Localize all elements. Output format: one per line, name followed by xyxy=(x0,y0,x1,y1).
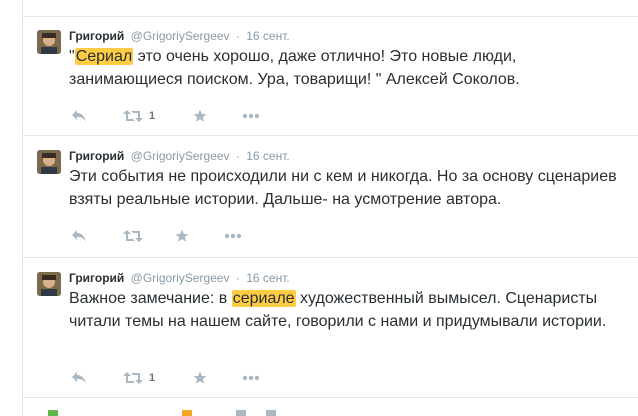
search-highlight: сериале xyxy=(231,290,296,307)
gray-icon xyxy=(236,410,246,416)
retweet-button[interactable] xyxy=(123,228,149,244)
avatar[interactable] xyxy=(37,150,61,174)
separator-dot: · xyxy=(235,149,240,163)
more-icon xyxy=(224,233,242,239)
more-button[interactable] xyxy=(224,228,242,244)
text-part: Эти события не происходили ни с кем и ни… xyxy=(69,168,617,208)
timestamp[interactable]: 16 сент. xyxy=(246,149,289,163)
favorite-button[interactable] xyxy=(175,228,189,244)
tweet[interactable]: Григорий @GrigoriySergeev · 16 сент. Эти… xyxy=(23,137,638,258)
text-part: Важное замечание: в xyxy=(69,290,232,307)
retweet-icon xyxy=(123,110,143,122)
favorite-icon xyxy=(193,371,207,384)
search-highlight: Сериал xyxy=(74,48,134,65)
reply-icon xyxy=(72,372,86,384)
retweet-icon xyxy=(123,372,143,384)
avatar[interactable] xyxy=(37,272,61,296)
fullname[interactable]: Григорий xyxy=(69,149,124,163)
gray-icon xyxy=(266,410,276,416)
username[interactable]: @GrigoriySergeev xyxy=(131,271,230,285)
reply-button[interactable] xyxy=(71,228,87,244)
orange-icon xyxy=(182,410,192,416)
tweet-text: "Сериал это очень хорошо, даже отлично! … xyxy=(69,45,629,91)
text-part: это очень хорошо, даже отлично! Это новы… xyxy=(69,48,520,88)
tweet-stream: Григорий @GrigoriySergeev · 16 сент. "Се… xyxy=(22,0,638,416)
more-button[interactable] xyxy=(242,370,260,386)
reply-icon xyxy=(72,110,86,122)
retweet-count: 1 xyxy=(149,372,156,384)
more-icon xyxy=(242,113,260,119)
avatar[interactable] xyxy=(37,30,61,54)
username[interactable]: @GrigoriySergeev xyxy=(131,149,230,163)
retweet-button[interactable]: 1 xyxy=(123,370,155,386)
retweet-icon xyxy=(123,230,143,242)
reply-button[interactable] xyxy=(71,370,87,386)
tweet[interactable]: Григорий @GrigoriySergeev · 16 сент. "Се… xyxy=(23,16,638,136)
favorite-icon xyxy=(193,109,207,122)
reply-button[interactable] xyxy=(71,108,87,124)
tweet-header: Григорий @GrigoriySergeev · 16 сент. xyxy=(69,28,290,44)
more-icon xyxy=(242,375,260,381)
favorite-button[interactable] xyxy=(193,370,207,386)
fullname[interactable]: Григорий xyxy=(69,271,124,285)
tweet-text: Важное замечание: в сериале художественн… xyxy=(69,287,629,333)
tweet-header: Григорий @GrigoriySergeev · 16 сент. xyxy=(69,148,290,164)
text-part: " xyxy=(69,48,75,65)
favorite-icon xyxy=(175,229,189,242)
separator-dot: · xyxy=(235,29,240,43)
green-icon xyxy=(48,410,58,416)
favorite-button[interactable] xyxy=(193,108,207,124)
timestamp[interactable]: 16 сент. xyxy=(246,29,289,43)
tweet[interactable]: Григорий @GrigoriySergeev · 16 сент. Важ… xyxy=(23,259,638,398)
next-tweet-edge xyxy=(22,404,638,416)
more-button[interactable] xyxy=(242,108,260,124)
retweet-button[interactable]: 1 xyxy=(123,108,155,124)
timestamp[interactable]: 16 сент. xyxy=(246,271,289,285)
reply-icon xyxy=(72,230,86,242)
tweet-header: Григорий @GrigoriySergeev · 16 сент. xyxy=(69,270,290,286)
fullname[interactable]: Григорий xyxy=(69,29,124,43)
tweet-text: Эти события не происходили ни с кем и ни… xyxy=(69,165,629,211)
username[interactable]: @GrigoriySergeev xyxy=(131,29,230,43)
retweet-count: 1 xyxy=(149,110,156,122)
separator-dot: · xyxy=(235,271,240,285)
